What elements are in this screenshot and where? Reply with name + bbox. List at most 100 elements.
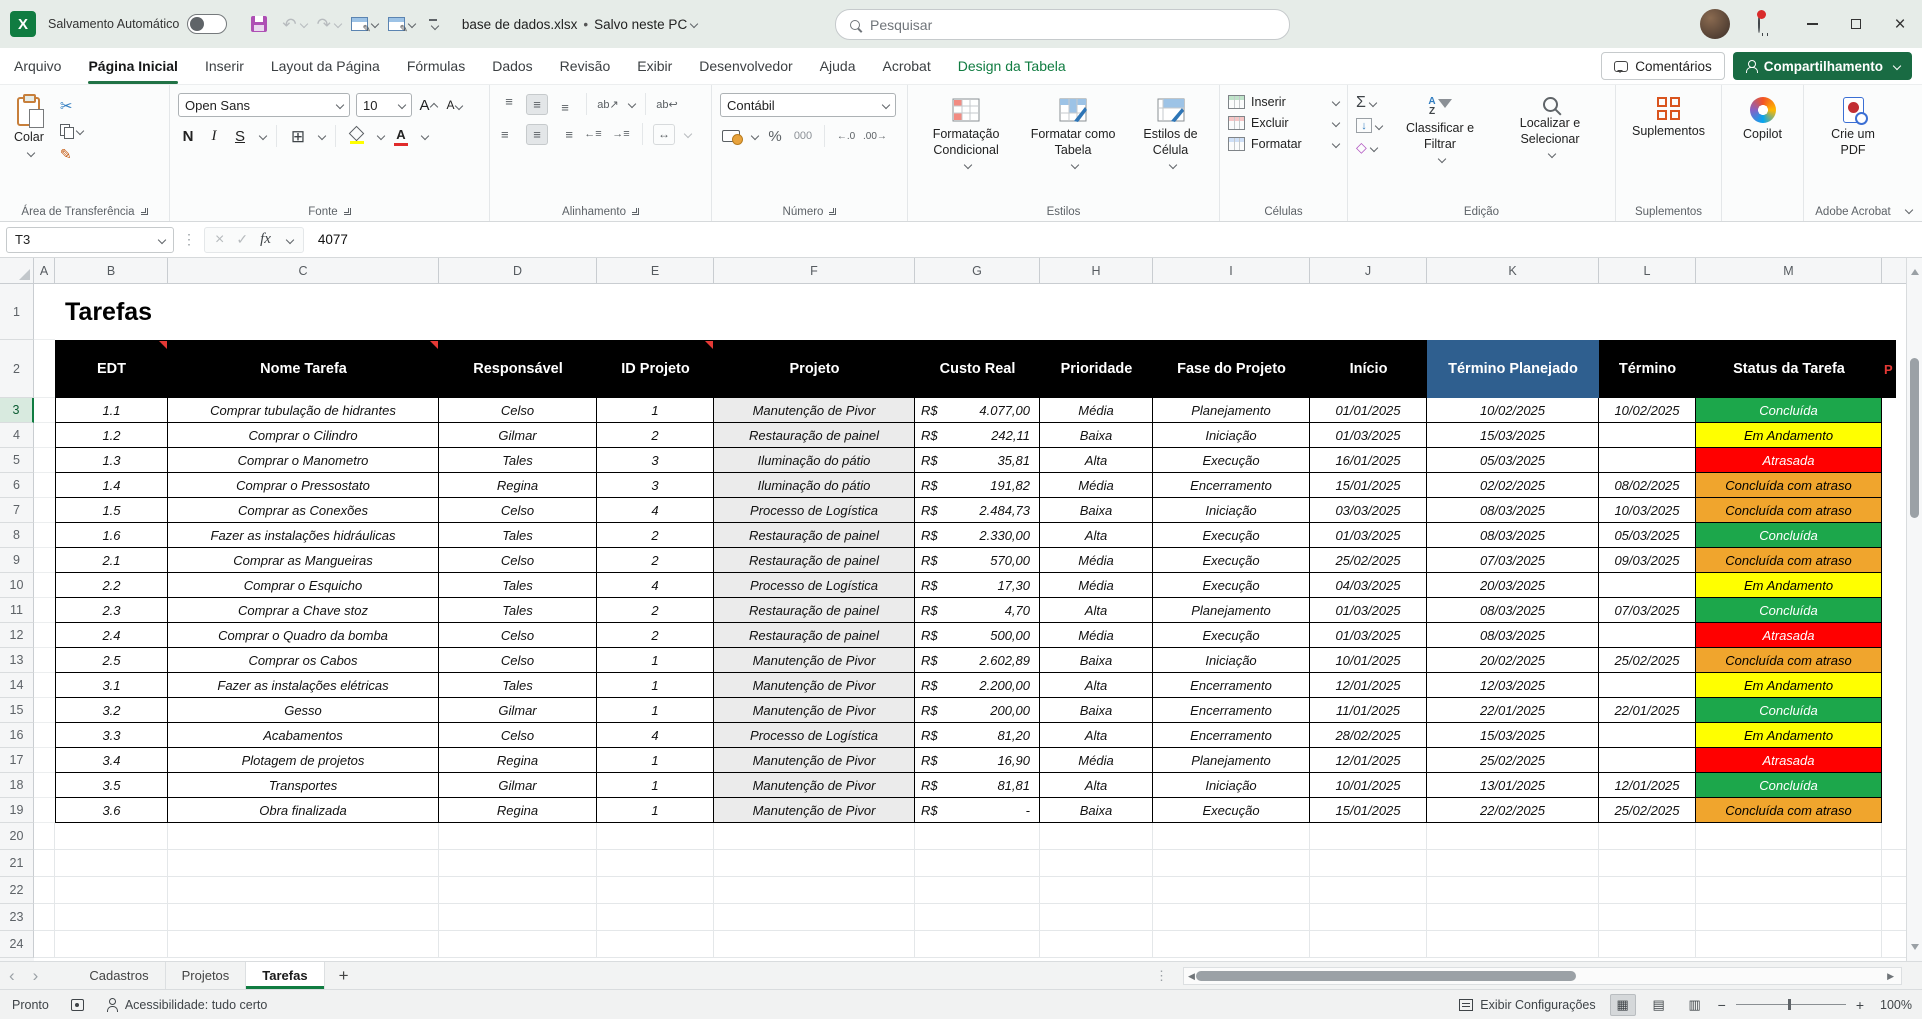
empty-cell[interactable]	[168, 823, 439, 850]
empty-cell[interactable]	[597, 850, 714, 877]
undo-button[interactable]: ↶	[282, 16, 306, 33]
record-macro-button[interactable]	[71, 999, 84, 1011]
empty-cell[interactable]	[915, 877, 1040, 904]
menu-tab-pagina-inicial[interactable]: Página Inicial	[88, 48, 177, 84]
increase-decimal-button[interactable]: ←.0	[835, 126, 857, 147]
row-header-3[interactable]: 3	[0, 398, 34, 423]
table-cell[interactable]: 10/01/2025	[1310, 648, 1427, 673]
column-header-i[interactable]: I	[1153, 258, 1310, 283]
table-cell[interactable]: Alta	[1040, 448, 1153, 473]
empty-cell[interactable]	[714, 823, 915, 850]
empty-cell-a[interactable]	[34, 877, 55, 904]
table-cell[interactable]: R$81,20	[915, 723, 1040, 748]
tab-scroll-divider[interactable]: ⋮	[1155, 968, 1168, 984]
enter-icon[interactable]: ✓	[236, 231, 248, 248]
table-cell[interactable]: Gilmar	[439, 773, 597, 798]
row-header-12[interactable]: 12	[0, 623, 34, 648]
status-badge[interactable]: Concluída com atraso	[1696, 473, 1882, 498]
underline-button[interactable]: S	[230, 128, 250, 145]
empty-cell[interactable]	[714, 877, 915, 904]
table-cell[interactable]: 05/03/2025	[1599, 523, 1696, 548]
row-header-8[interactable]: 8	[0, 523, 34, 548]
table-cell[interactable]: 03/03/2025	[1310, 498, 1427, 523]
table-cell[interactable]: 13/01/2025	[1427, 773, 1599, 798]
empty-cell[interactable]	[1153, 877, 1310, 904]
table-cell[interactable]: 4	[597, 723, 714, 748]
empty-cell[interactable]	[1599, 877, 1696, 904]
sheet-tab-tarefas[interactable]: Tarefas	[246, 962, 324, 989]
table-cell[interactable]: Execução	[1153, 523, 1310, 548]
menu-tab-revisao[interactable]: Revisão	[560, 48, 611, 84]
menu-tab-formulas[interactable]: Fórmulas	[407, 48, 465, 84]
table-cell[interactable]: 25/02/2025	[1599, 648, 1696, 673]
empty-cell[interactable]	[1427, 904, 1599, 931]
search-input[interactable]: Pesquisar	[835, 9, 1290, 40]
table-cell[interactable]	[1599, 748, 1696, 773]
table-cell[interactable]: Celso	[439, 398, 597, 423]
close-button[interactable]: ×	[1878, 0, 1922, 48]
table-cell[interactable]: Execução	[1153, 448, 1310, 473]
status-badge[interactable]: Atrasada	[1696, 448, 1882, 473]
font-size-select[interactable]: 10	[356, 93, 412, 117]
table-cell[interactable]: 07/03/2025	[1599, 598, 1696, 623]
table-cell[interactable]: Manutenção de Pivor	[714, 673, 915, 698]
empty-cell-a[interactable]	[34, 548, 55, 573]
addins-button[interactable]: Suplementos	[1624, 93, 1713, 144]
empty-cell[interactable]	[1427, 850, 1599, 877]
table-cell[interactable]: 1.6	[55, 523, 168, 548]
table-cell[interactable]: 2	[597, 523, 714, 548]
table-cell[interactable]: 3.5	[55, 773, 168, 798]
table-cell[interactable]: 1.5	[55, 498, 168, 523]
empty-cell[interactable]	[1040, 850, 1153, 877]
table-header-responsavel[interactable]: Responsável	[439, 340, 597, 398]
zoom-in-button[interactable]: +	[1856, 997, 1864, 1013]
menu-tab-exibir[interactable]: Exibir	[637, 48, 672, 84]
status-badge[interactable]: Concluída com atraso	[1696, 548, 1882, 573]
align-middle-button[interactable]: ≡	[526, 94, 548, 115]
row-header-18[interactable]: 18	[0, 773, 34, 798]
accounting-format-button[interactable]	[720, 126, 742, 147]
zoom-level[interactable]: 100%	[1874, 998, 1912, 1012]
table-cell[interactable]: Execução	[1153, 798, 1310, 823]
table-cell[interactable]: Processo de Logística	[714, 498, 915, 523]
font-color-button[interactable]: A	[390, 126, 412, 147]
empty-cell-a[interactable]	[34, 473, 55, 498]
table-cell[interactable]: Média	[1040, 473, 1153, 498]
empty-cell[interactable]	[1427, 823, 1599, 850]
row-header-24[interactable]: 24	[0, 931, 34, 958]
empty-cell-a[interactable]	[34, 931, 55, 958]
table-header-termino[interactable]: Término	[1599, 340, 1696, 398]
table-cell[interactable]: R$2.330,00	[915, 523, 1040, 548]
table-cell[interactable]: Média	[1040, 548, 1153, 573]
minimize-button[interactable]	[1790, 0, 1834, 48]
status-badge[interactable]: Concluída	[1696, 398, 1882, 423]
table-header-status-da-tarefa[interactable]: Status da Tarefa	[1696, 340, 1882, 398]
empty-cell-a[interactable]	[34, 598, 55, 623]
table-cell[interactable]: Regina	[439, 798, 597, 823]
table-cell[interactable]: 2	[597, 423, 714, 448]
table-cell[interactable]: R$17,30	[915, 573, 1040, 598]
empty-cell-a[interactable]	[34, 823, 55, 850]
table-cell[interactable]: Celso	[439, 648, 597, 673]
delete-cells-button[interactable]: Excluir	[1228, 116, 1339, 130]
empty-cell[interactable]	[1427, 877, 1599, 904]
status-badge[interactable]: Concluída	[1696, 773, 1882, 798]
table-cell[interactable]: Baixa	[1040, 798, 1153, 823]
avatar[interactable]	[1700, 9, 1730, 39]
empty-cell[interactable]	[55, 850, 168, 877]
empty-cell[interactable]	[714, 850, 915, 877]
table-cell[interactable]	[1599, 423, 1696, 448]
table-cell[interactable]: 01/03/2025	[1310, 523, 1427, 548]
table-cell[interactable]: Processo de Logística	[714, 723, 915, 748]
decrease-indent-button[interactable]: ←≡	[582, 124, 604, 145]
fill-button[interactable]: ↓	[1356, 118, 1382, 133]
empty-cell[interactable]	[1599, 931, 1696, 958]
table-cell[interactable]: Regina	[439, 748, 597, 773]
table-cell[interactable]: Manutenção de Pivor	[714, 698, 915, 723]
table-cell[interactable]: R$570,00	[915, 548, 1040, 573]
column-header-l[interactable]: L	[1599, 258, 1696, 283]
autosave-toggle[interactable]	[187, 14, 227, 34]
row-header-6[interactable]: 6	[0, 473, 34, 498]
table-cell[interactable]: 3.3	[55, 723, 168, 748]
table-cell[interactable]: Baixa	[1040, 648, 1153, 673]
